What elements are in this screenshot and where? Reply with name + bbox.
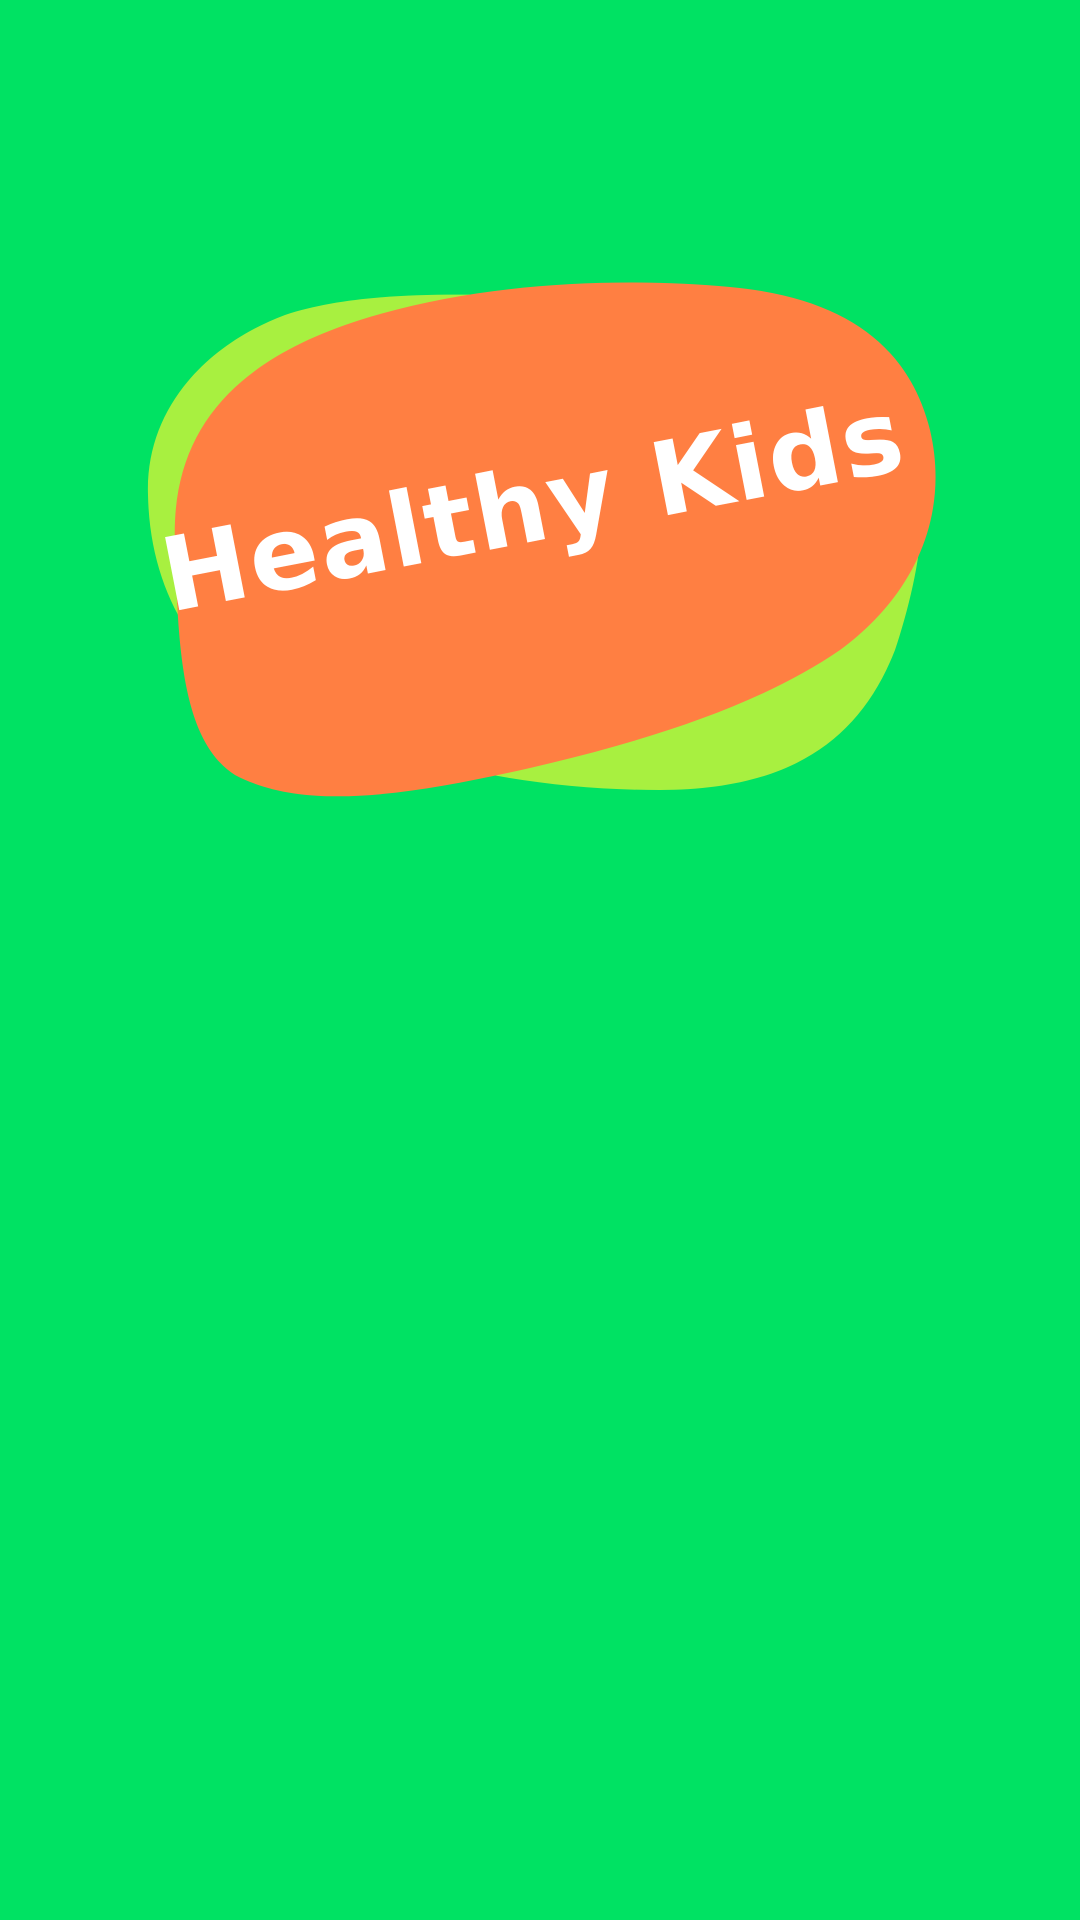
app-logo: Healthy Kids xyxy=(0,0,1080,900)
logo-graphic: Healthy Kids xyxy=(147,282,936,797)
splash-screen: Healthy Kids xyxy=(0,0,1080,1920)
